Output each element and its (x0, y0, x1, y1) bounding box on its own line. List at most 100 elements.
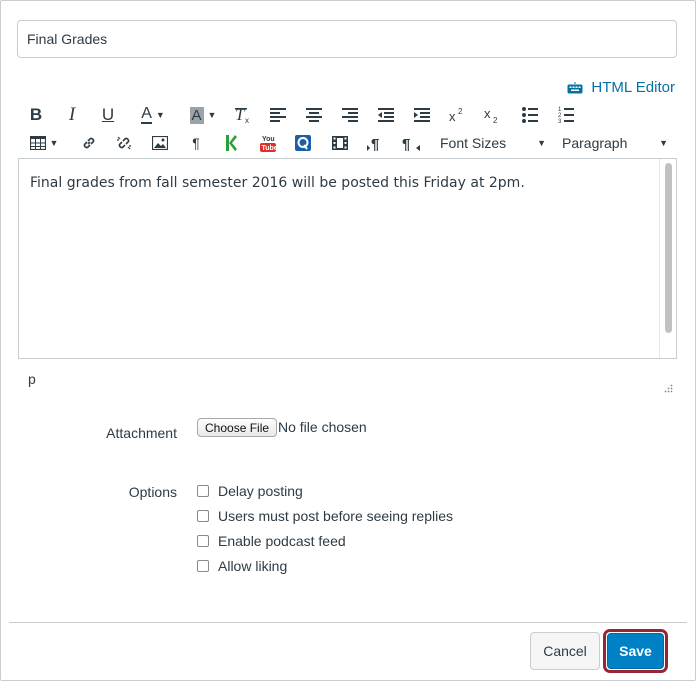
table-icon (29, 136, 46, 150)
chevron-down-icon: ▼ (537, 138, 546, 148)
chevron-down-icon: ▼ (49, 138, 59, 148)
text-color-button[interactable]: A ▼ (133, 102, 173, 128)
resize-handle-icon[interactable] (663, 383, 673, 393)
numbered-list-button[interactable]: 1 2 3 (554, 102, 578, 128)
option-allow-liking[interactable]: Allow liking (197, 558, 287, 574)
option-label: Allow liking (218, 558, 288, 574)
background-color-icon: A (189, 106, 204, 124)
html-editor-label: HTML Editor (591, 79, 675, 96)
pilcrow-button[interactable]: ¶ (184, 130, 208, 156)
svg-text:¶: ¶ (402, 136, 410, 151)
subscript-button[interactable]: x 2 (480, 102, 504, 128)
option-label: Delay posting (218, 483, 303, 499)
option-must-post-first[interactable]: Users must post before seeing replies (197, 508, 453, 524)
podcast-feed-checkbox[interactable] (197, 535, 209, 547)
superscript-icon: x 2 (449, 107, 463, 124)
delay-posting-checkbox[interactable] (197, 485, 209, 497)
superscript-button[interactable]: x 2 (445, 102, 469, 128)
must-post-first-checkbox[interactable] (197, 510, 209, 522)
subscript-icon: x 2 (484, 106, 498, 124)
clear-formatting-icon: T x (235, 106, 249, 124)
font-sizes-label: Font Sizes (440, 135, 507, 151)
options-label: Options (128, 484, 177, 500)
underline-icon: U (101, 105, 115, 124)
align-center-button[interactable] (302, 102, 326, 128)
html-editor-link[interactable]: HTML Editor (567, 79, 675, 96)
rtl-button[interactable]: ¶ (399, 130, 423, 156)
scroll-thumb[interactable] (665, 163, 672, 333)
choose-file-button[interactable]: Choose File (197, 418, 278, 437)
chevron-down-icon: ▼ (207, 110, 217, 120)
svg-text:x: x (449, 109, 456, 124)
italic-button[interactable]: I (59, 102, 85, 128)
element-path[interactable]: p (28, 371, 36, 387)
outdent-icon (378, 108, 394, 122)
youtube-icon: You Tube (260, 136, 278, 152)
media-icon (332, 136, 348, 150)
align-right-icon (342, 108, 358, 122)
text-color-icon: A (141, 105, 152, 124)
allow-liking-checkbox[interactable] (197, 560, 209, 572)
title-input[interactable] (17, 20, 677, 58)
svg-text:You: You (262, 136, 275, 143)
kaltura-button[interactable] (219, 130, 243, 156)
quizlet-button[interactable] (291, 130, 315, 156)
clear-formatting-button[interactable]: T x (231, 102, 255, 128)
font-sizes-select[interactable]: Font Sizes ▼ (440, 130, 546, 156)
align-left-button[interactable] (266, 102, 290, 128)
svg-text:2: 2 (458, 107, 463, 116)
svg-text:2: 2 (493, 116, 498, 124)
editor-content[interactable]: Final grades from fall semester 2016 wil… (30, 175, 525, 191)
announcement-editor-panel: HTML Editor B I U A ▼ A ▼ T x (0, 0, 696, 681)
option-label: Enable podcast feed (218, 533, 346, 549)
bold-icon: B (29, 105, 43, 124)
italic-icon: I (68, 104, 76, 125)
svg-text:x: x (245, 116, 249, 124)
numbered-list-icon: 1 2 3 (558, 107, 574, 124)
paragraph-select[interactable]: Paragraph ▼ (562, 130, 668, 156)
paragraph-label: Paragraph (562, 135, 628, 151)
indent-button[interactable] (410, 102, 434, 128)
unlink-button[interactable] (112, 130, 136, 156)
option-label: Users must post before seeing replies (218, 508, 453, 524)
bullet-list-icon (522, 107, 538, 123)
table-button[interactable]: ▼ (27, 130, 61, 156)
bold-button[interactable]: B (23, 102, 49, 128)
chevron-down-icon: ▼ (155, 110, 165, 120)
attachment-label: Attachment (106, 425, 177, 441)
svg-text:Tube: Tube (262, 145, 278, 152)
svg-text:3: 3 (558, 119, 562, 124)
ltr-button[interactable]: ¶ (363, 130, 387, 156)
link-button[interactable] (77, 130, 101, 156)
indent-icon (414, 108, 430, 122)
pilcrow-icon: ¶ (192, 135, 200, 151)
save-button[interactable]: Save (607, 633, 664, 669)
image-icon (152, 136, 168, 150)
svg-text:x: x (484, 106, 491, 121)
unlink-icon (117, 136, 131, 150)
chevron-down-icon: ▼ (659, 138, 668, 148)
background-color-button[interactable]: A ▼ (183, 102, 223, 128)
align-left-icon (270, 108, 286, 122)
rtl-icon: ¶ (402, 136, 420, 151)
kaltura-icon (226, 135, 237, 151)
image-button[interactable] (148, 130, 172, 156)
option-podcast-feed[interactable]: Enable podcast feed (197, 533, 346, 549)
cancel-button[interactable]: Cancel (530, 632, 600, 670)
file-status: No file chosen (278, 419, 367, 435)
bullet-list-button[interactable] (518, 102, 542, 128)
align-center-icon (306, 108, 322, 122)
align-right-button[interactable] (338, 102, 362, 128)
media-button[interactable] (328, 130, 352, 156)
link-icon (83, 137, 95, 149)
underline-button[interactable]: U (95, 102, 121, 128)
ltr-icon: ¶ (367, 136, 379, 151)
footer-divider (9, 622, 687, 623)
editor-scrollbar[interactable] (659, 159, 676, 358)
outdent-button[interactable] (374, 102, 398, 128)
option-delay-posting[interactable]: Delay posting (197, 483, 303, 499)
rich-text-editor[interactable]: Final grades from fall semester 2016 wil… (18, 158, 677, 359)
youtube-button[interactable]: You Tube (256, 130, 280, 156)
quizlet-icon (295, 135, 311, 151)
keyboard-icon (567, 81, 583, 93)
